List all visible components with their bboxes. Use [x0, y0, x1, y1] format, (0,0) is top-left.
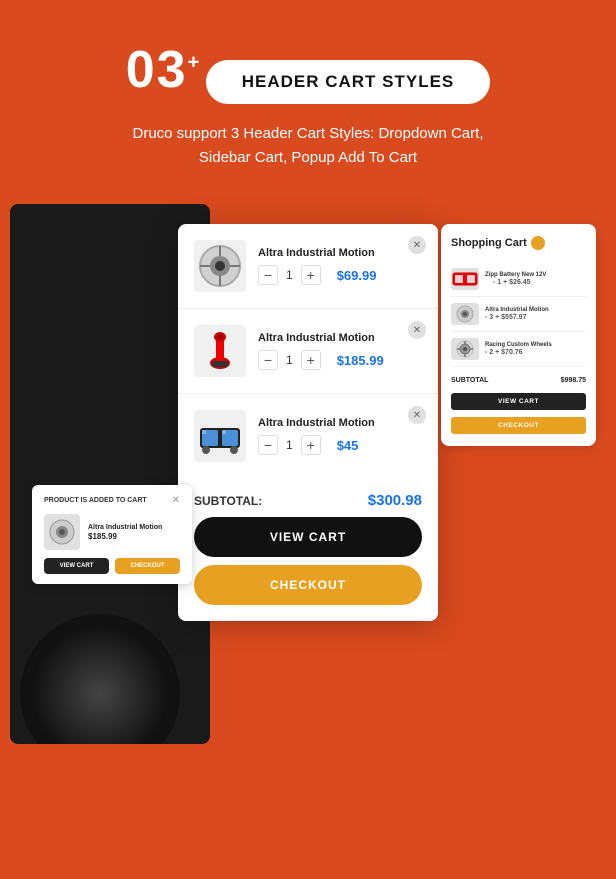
cart-item-3-qty-row: − 1 + $45 [258, 435, 422, 455]
cart-badge-inner [535, 240, 541, 246]
sidebar-item-2-info: Altra Industrial Motion - 3 + $557.97 [485, 307, 586, 322]
cart-item-2-img [194, 325, 246, 377]
popup-product-price: $185.99 [88, 532, 180, 541]
cart-item-1-decrease[interactable]: − [258, 265, 278, 285]
cart-item-1-img [194, 240, 246, 292]
cart-subtotal: SUBTOTAL: $300.98 [178, 478, 438, 517]
cart-item-3-decrease[interactable]: − [258, 435, 278, 455]
cart-dot-badge [531, 236, 545, 250]
cart-item-3: Altra Industrial Motion − 1 + $45 ✕ [178, 394, 438, 478]
popup-product-info: Altra Industrial Motion $185.99 [88, 523, 180, 541]
cart-item-3-img [194, 410, 246, 462]
sidebar-view-cart-button[interactable]: VIEW CART [451, 393, 586, 410]
popup-header-text: PRODUCT IS ADDED TO CART [44, 497, 147, 504]
sidebar-item-1-price: - 1 + $26.45 [493, 279, 586, 286]
popup-notification: PRODUCT IS ADDED TO CART ✕ Altra Industr… [32, 485, 192, 584]
step-number: 03+ [126, 40, 202, 100]
sidebar-subtotal: SUBTOTAL $998.75 [451, 371, 586, 390]
popup-header: PRODUCT IS ADDED TO CART ✕ [44, 495, 180, 506]
view-cart-button[interactable]: VIEW CART [194, 517, 422, 557]
cart-item-2-price: $185.99 [337, 353, 384, 368]
cart-item-2-qty: 1 [286, 353, 293, 367]
cart-actions: VIEW CART CHECKOUT [178, 517, 438, 605]
sidebar-item-3-price: - 2 + $70.76 [485, 349, 586, 356]
title-badge: HEADER CART STYLES [206, 60, 491, 104]
cart-item-1-qty-row: − 1 + $69.99 [258, 265, 422, 285]
sidebar-subtotal-value: $998.75 [561, 377, 586, 384]
sidebar-cart-panel: Shopping Cart Zipp Battery New 12V - 1 +… [441, 224, 596, 446]
sidebar-item-3-name: Racing Custom Wheels [485, 342, 586, 350]
cart-item-1: Altra Industrial Motion − 1 + $69.99 ✕ [178, 224, 438, 309]
cart-item-2-decrease[interactable]: − [258, 350, 278, 370]
cart-item-1-qty: 1 [286, 268, 293, 282]
section-subtitle: Druco support 3 Header Cart Styles: Drop… [108, 122, 508, 170]
cart-panel-header: Shopping Cart [451, 236, 586, 250]
sidebar-cart-item-1: Zipp Battery New 12V - 1 + $26.45 [451, 262, 586, 297]
subtotal-label: SUBTOTAL: [194, 494, 262, 508]
main-cart: Altra Industrial Motion − 1 + $69.99 ✕ [178, 224, 438, 621]
cart-item-3-remove[interactable]: ✕ [408, 406, 426, 424]
cart-item-3-details: Altra Industrial Motion − 1 + $45 [258, 417, 422, 455]
cart-item-1-details: Altra Industrial Motion − 1 + $69.99 [258, 247, 422, 285]
sidebar-item-1-name: Zipp Battery New 12V [485, 272, 586, 280]
cart-item-1-remove[interactable]: ✕ [408, 236, 426, 254]
cart-item-3-name: Altra Industrial Motion [258, 417, 422, 429]
sidebar-item-2-name: Altra Industrial Motion [485, 307, 586, 315]
cart-item-1-name: Altra Industrial Motion [258, 247, 422, 259]
section-title: HEADER CART STYLES [242, 72, 455, 91]
sidebar-item-2-img [451, 303, 479, 325]
cart-item-2-qty-row: − 1 + $185.99 [258, 350, 422, 370]
header-section: 03+ HEADER CART STYLES Druco support 3 H… [20, 40, 596, 170]
content-area: PRODUCT IS ADDED TO CART ✕ Altra Industr… [20, 204, 596, 764]
sidebar-item-3-img [451, 338, 479, 360]
popup-product-img [44, 514, 80, 550]
cart-item-2: Altra Industrial Motion − 1 + $185.99 ✕ [178, 309, 438, 394]
checkout-button[interactable]: CHECKOUT [194, 565, 422, 605]
subtotal-value: $300.98 [368, 492, 422, 509]
popup-close-icon[interactable]: ✕ [172, 495, 180, 506]
cart-item-2-details: Altra Industrial Motion − 1 + $185.99 [258, 332, 422, 370]
popup-buttons: VIEW CART CHECKOUT [44, 558, 180, 574]
sidebar-subtotal-label: SUBTOTAL [451, 377, 488, 384]
cart-item-2-increase[interactable]: + [301, 350, 321, 370]
cart-item-1-price: $69.99 [337, 268, 377, 283]
cart-item-1-increase[interactable]: + [301, 265, 321, 285]
popup-view-cart-button[interactable]: VIEW CART [44, 558, 109, 574]
sidebar-cart-item-3: Racing Custom Wheels - 2 + $70.76 [451, 332, 586, 367]
cart-item-3-qty: 1 [286, 438, 293, 452]
cart-panel-title: Shopping Cart [451, 237, 527, 249]
cart-item-3-price: $45 [337, 438, 359, 453]
sidebar-cart-item-2: Altra Industrial Motion - 3 + $557.97 [451, 297, 586, 332]
sidebar-item-2-price: - 3 + $557.97 [485, 314, 586, 321]
sidebar-checkout-button[interactable]: CHECKOUT [451, 417, 586, 434]
cart-item-2-name: Altra Industrial Motion [258, 332, 422, 344]
wheel-image [20, 614, 180, 744]
popup-product: Altra Industrial Motion $185.99 [44, 514, 180, 550]
cart-item-3-increase[interactable]: + [301, 435, 321, 455]
cart-item-2-remove[interactable]: ✕ [408, 321, 426, 339]
popup-checkout-button[interactable]: CHECKOUT [115, 558, 180, 574]
sidebar-item-3-info: Racing Custom Wheels - 2 + $70.76 [485, 342, 586, 357]
sidebar-item-1-info: Zipp Battery New 12V - 1 + $26.45 [485, 272, 586, 287]
sidebar-item-1-img [451, 268, 479, 290]
popup-product-name: Altra Industrial Motion [88, 523, 180, 532]
